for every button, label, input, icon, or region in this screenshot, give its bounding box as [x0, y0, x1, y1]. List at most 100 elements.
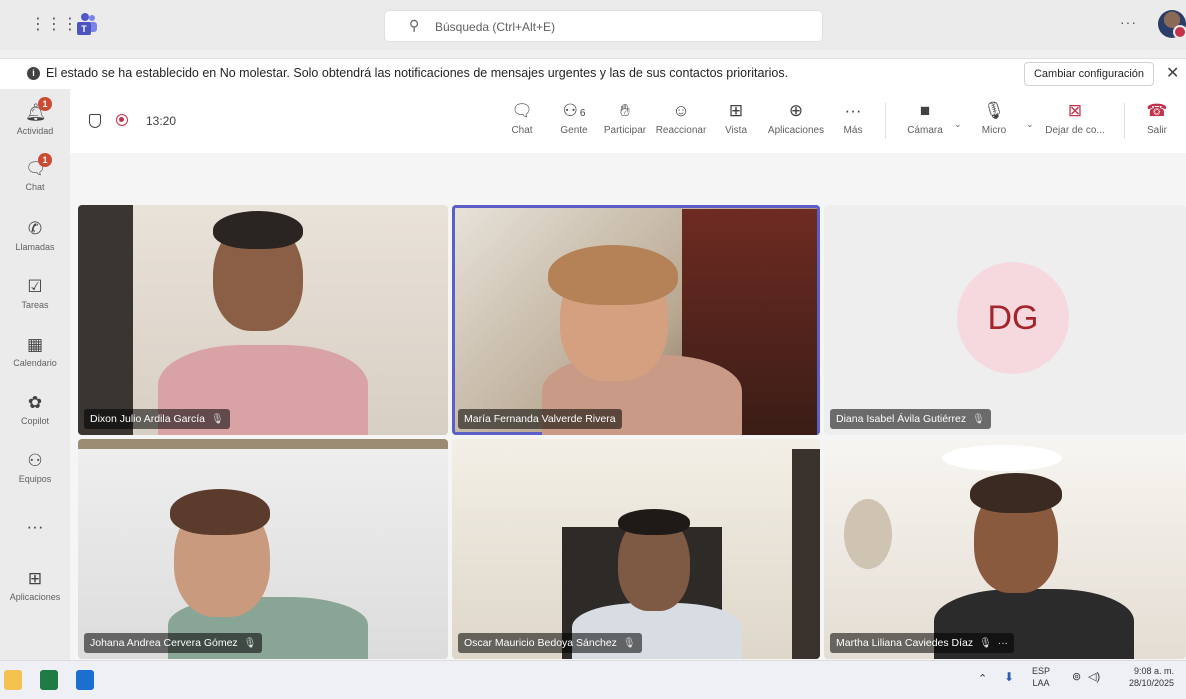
more-options-icon[interactable]: ··· — [1120, 14, 1137, 30]
svg-text:T: T — [81, 24, 87, 34]
search-box[interactable]: ⚲ — [385, 11, 822, 41]
rail-item-calendar[interactable]: ▦ Calendario — [0, 335, 70, 368]
stop-share-label: Dejar de co... — [1045, 125, 1105, 136]
raise-hand-button[interactable]: ✋︎ Participar — [600, 99, 650, 136]
more-icon: ··· — [844, 101, 862, 120]
meeting-toolbar: 13:20 🗨︎ Chat ⚇ 6 Gente ✋︎ Participar ☺ R… — [70, 89, 1186, 154]
clock[interactable]: 9:08 a. m. 28/10/2025 — [1116, 665, 1174, 689]
app-rail: 🔔︎ 1 Actividad 🗨︎ 1 Chat ✆ Llamadas ☑︎ Tar… — [0, 89, 70, 660]
mic-off-icon: 🎙︎ — [972, 414, 985, 425]
clock-date: 28/10/2025 — [1128, 678, 1174, 688]
file-explorer-icon[interactable] — [4, 670, 22, 690]
participant-name-text: Johana Andrea Cervera Gómez — [90, 637, 238, 649]
react-button[interactable]: ☺ Reaccionar — [654, 99, 708, 136]
rail-item-tasks[interactable]: ☑︎ Tareas — [0, 277, 70, 310]
participant-initials-avatar: DG — [957, 262, 1069, 374]
rail-label: Actividad — [16, 126, 54, 136]
add-app-icon: ⊕ — [788, 101, 804, 120]
language-layout: LAA — [1032, 678, 1050, 688]
rail-item-activity[interactable]: 🔔︎ 1 Actividad — [0, 97, 70, 136]
rail-item-copilot[interactable]: ✿ Copilot — [0, 393, 70, 426]
hand-icon: ✋︎ — [620, 101, 630, 120]
participant-name-text: Dixon Julio Ardila García — [90, 413, 205, 425]
phone-icon: ✆ — [27, 219, 43, 238]
meeting-timer: 13:20 — [146, 114, 177, 128]
app-launcher-icon[interactable]: ⋮⋮⋮ — [30, 16, 78, 34]
participant-name: Dixon Julio Ardila García 🎙︎ — [84, 409, 230, 429]
change-settings-button[interactable]: Cambiar configuración — [1024, 62, 1154, 86]
hang-up-icon: ☎︎ — [1146, 101, 1168, 120]
excel-icon[interactable] — [40, 670, 58, 690]
profile-avatar[interactable] — [1158, 10, 1186, 39]
teams-logo-icon[interactable]: T — [76, 12, 98, 36]
participant-tile-active-speaker[interactable]: María Fernanda Valverde Rivera — [452, 205, 820, 435]
mic-off-icon: 🎙︎ — [210, 414, 224, 425]
stop-sharing-button[interactable]: ⊠ Dejar de co... — [1042, 99, 1108, 136]
info-icon: i — [27, 67, 40, 80]
rail-label: Aplicaciones — [9, 592, 61, 602]
toolbar-divider — [1124, 103, 1125, 139]
add-icon: ⊞ — [27, 569, 43, 588]
rail-item-chat[interactable]: 🗨︎ 1 Chat — [0, 153, 70, 192]
toolbar-divider — [885, 103, 886, 139]
rail-item-calls[interactable]: ✆ Llamadas — [0, 219, 70, 252]
rail-item-teams[interactable]: ⚇ Equipos — [0, 451, 70, 484]
language-indicator[interactable]: ESP LAA — [1032, 665, 1050, 689]
leave-label: Salir — [1146, 125, 1167, 136]
more-icon[interactable]: ··· — [998, 638, 1008, 649]
participant-tile[interactable]: Dixon Julio Ardila García 🎙︎ — [78, 205, 448, 435]
people-button[interactable]: ⚇ 6 Gente — [554, 99, 594, 136]
camera-button[interactable]: ■ Cámara — [902, 99, 948, 136]
participant-tile[interactable]: Johana Andrea Cervera Gómez 🎙︎ — [78, 439, 448, 659]
people-icon: ⚇ 6 — [562, 101, 586, 120]
participant-name-text: Diana Isabel Ávila Gutiérrez — [836, 413, 967, 425]
activity-badge: 1 — [38, 97, 52, 111]
participant-name: Diana Isabel Ávila Gutiérrez 🎙︎ — [830, 409, 991, 429]
outlook-icon[interactable] — [76, 670, 94, 690]
security-icon[interactable]: ⬇ — [1004, 671, 1014, 683]
participant-name: María Fernanda Valverde Rivera — [458, 409, 622, 429]
participant-name-text: María Fernanda Valverde Rivera — [464, 413, 616, 425]
raise-label: Participar — [603, 125, 647, 136]
chat-label: Chat — [511, 125, 533, 136]
emoji-icon: ☺ — [672, 101, 690, 120]
wifi-icon[interactable]: ⊚ — [1072, 671, 1081, 683]
view-icon: ⊞ — [728, 101, 744, 120]
participant-tile[interactable]: Oscar Mauricio Bedoya Sánchez 🎙︎ — [452, 439, 820, 659]
rail-label: Calendario — [13, 358, 57, 368]
leave-button[interactable]: ☎︎ Salir — [1142, 99, 1172, 136]
close-icon[interactable]: ✕ — [1166, 63, 1179, 83]
view-button[interactable]: ⊞ Vista — [720, 99, 752, 136]
participant-name: Oscar Mauricio Bedoya Sánchez 🎙︎ — [458, 633, 642, 653]
stop-share-icon: ⊠ — [1067, 101, 1083, 120]
search-input[interactable] — [433, 16, 807, 38]
rail-label: Equipos — [18, 474, 52, 484]
copilot-icon: ✿ — [27, 393, 43, 412]
windows-taskbar: ⌃ ⬇ ESP LAA ⊚ ◁) 9:08 a. m. 28/10/2025 — [0, 660, 1186, 699]
more-button[interactable]: ··· Más — [840, 99, 866, 136]
rail-more-button[interactable]: ··· — [0, 517, 70, 537]
apps-button[interactable]: ⊕ Aplicaciones — [766, 99, 826, 136]
participant-tile[interactable]: DG Diana Isabel Ávila Gutiérrez 🎙︎ — [824, 205, 1186, 435]
chat-button[interactable]: 🗨︎ Chat — [504, 99, 540, 136]
participant-name-text: Martha Liliana Caviedes Díaz — [836, 637, 974, 649]
banner-message: El estado se ha establecido en No molest… — [46, 66, 789, 80]
camera-options-chevron-icon[interactable]: ⌄ — [954, 119, 962, 130]
participant-name-text: Oscar Mauricio Bedoya Sánchez — [464, 637, 617, 649]
volume-icon[interactable]: ◁) — [1088, 671, 1100, 683]
mic-button[interactable]: 🎙︎ Micro — [976, 99, 1012, 136]
do-not-disturb-icon — [1173, 25, 1186, 39]
chevron-up-icon[interactable]: ⌃ — [978, 673, 987, 685]
more-label: Más — [843, 125, 863, 136]
notification-banner: i El estado se ha establecido en No mole… — [0, 58, 1186, 90]
rail-label: Chat — [25, 182, 45, 192]
participant-tile[interactable]: Martha Liliana Caviedes Díaz 🎙︎ ··· — [824, 439, 1186, 659]
chat-icon: 🗨︎ 1 — [25, 153, 52, 179]
react-label: Reaccionar — [655, 125, 707, 136]
mic-options-chevron-icon[interactable]: ⌄ — [1026, 119, 1034, 130]
rail-item-apps[interactable]: ⊞ Aplicaciones — [0, 569, 70, 602]
people-label: Gente — [560, 125, 588, 136]
language-code: ESP — [1032, 666, 1051, 676]
video-stage: Dixon Julio Ardila García 🎙︎ María Fernan… — [70, 153, 1186, 660]
title-bar: ⋮⋮⋮ T ⚲ ··· — [0, 0, 1186, 50]
